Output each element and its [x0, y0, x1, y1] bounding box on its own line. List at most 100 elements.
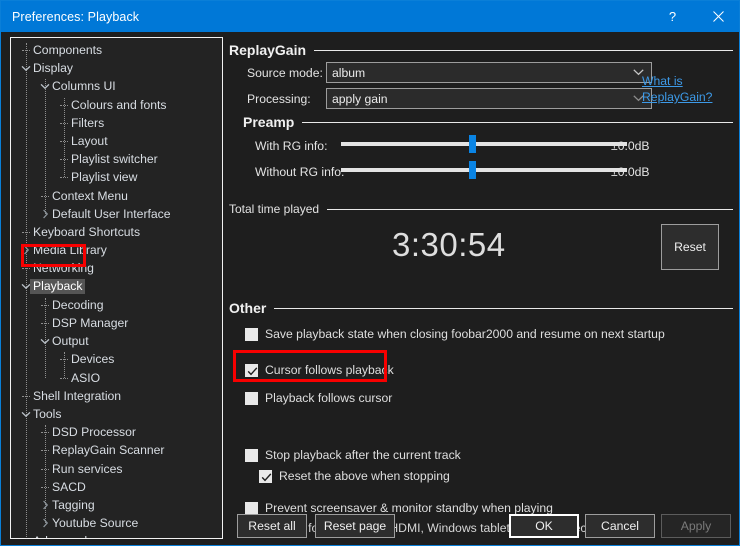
checkbox[interactable]	[245, 448, 258, 462]
reset-page-button[interactable]: Reset page	[315, 514, 395, 538]
sidebar-item-label: Layout	[71, 133, 108, 148]
chevron-down-icon[interactable]	[20, 408, 32, 420]
sidebar-item-label: Playlist switcher	[71, 152, 158, 167]
sidebar-item-replaygain-scanner[interactable]: ReplayGain Scanner	[11, 441, 222, 459]
group-rule	[302, 121, 733, 123]
sidebar-item-label: Devices	[71, 352, 115, 367]
tree-connector	[41, 195, 49, 197]
title-bar[interactable]: Preferences: Playback ?	[1, 1, 739, 32]
reset-total-time-button[interactable]: Reset	[661, 224, 719, 270]
sidebar-item-sacd[interactable]: SACD	[11, 478, 222, 496]
checkbox[interactable]	[259, 469, 272, 483]
close-button[interactable]	[695, 1, 739, 32]
sidebar-item-devices[interactable]: Devices	[11, 350, 222, 368]
option-stop-playback-after-current-track[interactable]: Stop playback after the current track	[245, 448, 461, 462]
option-save-playback-state[interactable]: Save playback state when closing foobar2…	[245, 327, 665, 341]
tree-connector	[41, 486, 49, 488]
chevron-right-icon[interactable]	[39, 499, 51, 511]
option-playback-follows-cursor[interactable]: Playback follows cursor	[245, 391, 392, 405]
what-is-replaygain-link-line2[interactable]: ReplayGain?	[642, 90, 712, 104]
help-button[interactable]: ?	[650, 1, 695, 32]
option-cursor-follows-playback[interactable]: Cursor follows playback	[245, 363, 394, 377]
tree-connector	[60, 177, 68, 179]
ok-button[interactable]: OK	[509, 514, 579, 538]
option-prevent-screensaver[interactable]: Prevent screensaver & monitor standby wh…	[245, 501, 553, 515]
sidebar-item-run-services[interactable]: Run services	[11, 460, 222, 478]
sidebar-item-label: Playlist view	[71, 170, 138, 185]
sidebar-item-playlist-switcher[interactable]: Playlist switcher	[11, 150, 222, 168]
chevron-down-icon[interactable]	[20, 62, 32, 74]
sidebar-item-label: Output	[52, 334, 89, 349]
sidebar-item-decoding[interactable]: Decoding	[11, 296, 222, 314]
group-rule	[314, 49, 733, 51]
without-rg-info-value: ±0.0dB	[611, 165, 650, 179]
sidebar-item-shell-integration[interactable]: Shell Integration	[11, 387, 222, 405]
sidebar-item-filters[interactable]: Filters	[11, 114, 222, 132]
sidebar-item-layout[interactable]: Layout	[11, 132, 222, 150]
sidebar-item-label: ASIO	[71, 370, 101, 385]
processing-combobox[interactable]: apply gain	[326, 88, 652, 109]
what-is-replaygain-link-line1[interactable]: What is	[642, 74, 683, 88]
sidebar-item-label: Media Library	[33, 243, 107, 258]
slider-thumb[interactable]	[469, 161, 476, 179]
sidebar-item-dsp-manager[interactable]: DSP Manager	[11, 314, 222, 332]
sidebar-item-components[interactable]: Components	[11, 41, 222, 59]
sidebar-item-label: Decoding	[52, 297, 104, 312]
chevron-right-icon[interactable]	[20, 244, 32, 256]
slider-track	[341, 168, 627, 172]
sidebar-item-keyboard-shortcuts[interactable]: Keyboard Shortcuts	[11, 223, 222, 241]
sidebar-item-label: ReplayGain Scanner	[52, 443, 165, 458]
sidebar-item-networking[interactable]: Networking	[11, 259, 222, 277]
without-rg-info-label: Without RG info:	[255, 165, 345, 179]
chevron-down-icon[interactable]	[39, 80, 51, 92]
sidebar-item-default-user-interface[interactable]: Default User Interface	[11, 205, 222, 223]
sidebar-item-tagging[interactable]: Tagging	[11, 496, 222, 514]
checkbox[interactable]	[245, 363, 258, 377]
tree-connector	[41, 323, 49, 324]
sidebar-item-colours-and-fonts[interactable]: Colours and fonts	[11, 96, 222, 114]
sidebar-item-media-library[interactable]: Media Library	[11, 241, 222, 259]
sidebar-item-label: Youtube Source	[52, 516, 139, 531]
sidebar-item-display[interactable]: Display	[11, 59, 222, 77]
chevron-down-icon[interactable]	[39, 335, 51, 347]
tree-connector	[41, 432, 49, 434]
checkbox[interactable]	[245, 501, 258, 515]
preferences-tree[interactable]: Components Display Columns UI Colours and f…	[10, 37, 223, 539]
without-rg-info-slider[interactable]	[341, 161, 627, 179]
sidebar-item-playback[interactable]: Playback	[11, 278, 222, 296]
sidebar-item-label: SACD	[52, 479, 86, 494]
reset-all-button[interactable]: Reset all	[237, 514, 307, 538]
option-reset-the-above-when-stopping[interactable]: Reset the above when stopping	[259, 469, 450, 483]
sidebar-item-label: Tools	[33, 406, 62, 421]
sidebar-item-tools[interactable]: Tools	[11, 405, 222, 423]
sidebar-item-label: Playback	[30, 279, 86, 295]
sidebar-item-advanced[interactable]: Advanced	[11, 532, 222, 538]
option-label: Prevent screensaver & monitor standby wh…	[265, 501, 553, 515]
sidebar-item-dsd-processor[interactable]: DSD Processor	[11, 423, 222, 441]
sidebar-item-label: Advanced	[33, 535, 87, 538]
slider-thumb[interactable]	[469, 135, 476, 153]
sidebar-item-asio[interactable]: ASIO	[11, 369, 222, 387]
sidebar-item-context-menu[interactable]: Context Menu	[11, 187, 222, 205]
sidebar-item-label: Tagging	[52, 497, 95, 512]
checkbox[interactable]	[245, 391, 258, 405]
sidebar-item-playlist-view[interactable]: Playlist view	[11, 168, 222, 186]
replaygain-group: ReplayGain	[229, 41, 733, 59]
source-mode-combobox[interactable]: album	[326, 62, 652, 83]
option-label: Stop playback after the current track	[265, 448, 461, 462]
with-rg-info-slider[interactable]	[341, 135, 627, 153]
sidebar-item-output[interactable]: Output	[11, 332, 222, 350]
tree-connector	[41, 468, 49, 470]
preamp-group-title: Preamp	[243, 114, 295, 130]
chevron-right-icon[interactable]	[39, 517, 51, 529]
preferences-window: Preferences: Playback ? Components Displa…	[0, 0, 740, 546]
close-icon	[712, 11, 724, 22]
sidebar-item-label: Columns UI	[52, 79, 116, 94]
option-label: Cursor follows playback	[265, 363, 394, 377]
checkbox[interactable]	[245, 327, 258, 341]
sidebar-item-youtube-source[interactable]: Youtube Source	[11, 514, 222, 532]
sidebar-item-columns-ui[interactable]: Columns UI	[11, 77, 222, 95]
chevron-right-icon[interactable]	[39, 208, 51, 220]
total-time-group-title: Total time played	[229, 202, 320, 216]
cancel-button[interactable]: Cancel	[585, 514, 655, 538]
